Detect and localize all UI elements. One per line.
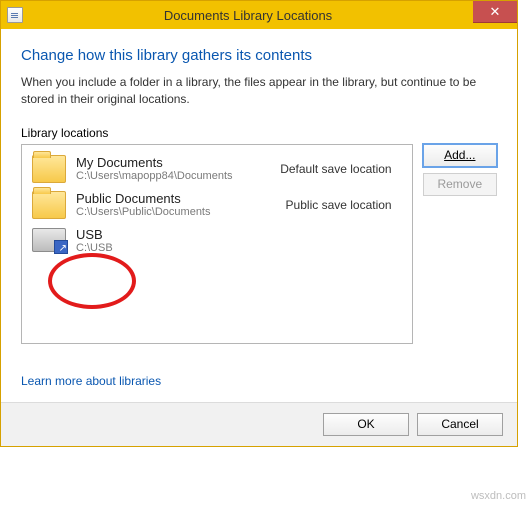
location-item[interactable]: Public Documents C:\Users\Public\Documen…	[22, 187, 412, 223]
location-path: C:\Users\mapopp84\Documents	[76, 170, 270, 182]
side-buttons: Add... Remove	[423, 144, 497, 196]
add-button-label: Add...	[444, 148, 475, 162]
close-icon: ✕	[490, 4, 501, 20]
location-name: Public Documents	[76, 191, 276, 206]
window-title: Documents Library Locations	[23, 8, 473, 23]
remove-button-label: Remove	[437, 177, 482, 191]
page-heading: Change how this library gathers its cont…	[21, 47, 497, 64]
cancel-button-label: Cancel	[441, 417, 478, 431]
learn-more-link[interactable]: Learn more about libraries	[21, 374, 161, 388]
location-path: C:\Users\Public\Documents	[76, 206, 276, 218]
section-label: Library locations	[21, 126, 497, 140]
location-tag: Public save location	[286, 198, 402, 212]
locations-list[interactable]: My Documents C:\Users\mapopp84\Documents…	[21, 144, 413, 344]
cancel-button[interactable]: Cancel	[417, 413, 503, 436]
add-button[interactable]: Add...	[423, 144, 497, 167]
dialog-footer: OK Cancel	[1, 402, 517, 446]
ok-button-label: OK	[357, 417, 374, 431]
content-area: Change how this library gathers its cont…	[1, 29, 517, 402]
drive-icon	[32, 228, 66, 252]
folder-icon	[32, 191, 66, 219]
location-item[interactable]: My Documents C:\Users\mapopp84\Documents…	[22, 151, 412, 187]
location-item[interactable]: USB C:\USB	[22, 223, 412, 258]
titlebar: Documents Library Locations ✕	[1, 1, 517, 29]
description-text: When you include a folder in a library, …	[21, 74, 497, 108]
close-button[interactable]: ✕	[473, 1, 517, 23]
ok-button[interactable]: OK	[323, 413, 409, 436]
location-name: My Documents	[76, 155, 270, 170]
annotation-circle	[48, 253, 136, 309]
location-name: USB	[76, 227, 382, 242]
location-tag: Default save location	[280, 162, 401, 176]
location-path: C:\USB	[76, 242, 382, 254]
remove-button: Remove	[423, 173, 497, 196]
location-text: Public Documents C:\Users\Public\Documen…	[76, 191, 276, 218]
document-icon	[7, 7, 23, 23]
watermark: wsxdn.com	[471, 490, 526, 502]
location-text: USB C:\USB	[76, 227, 382, 254]
location-text: My Documents C:\Users\mapopp84\Documents	[76, 155, 270, 182]
folder-icon	[32, 155, 66, 183]
dialog-window: Documents Library Locations ✕ Change how…	[0, 0, 518, 447]
